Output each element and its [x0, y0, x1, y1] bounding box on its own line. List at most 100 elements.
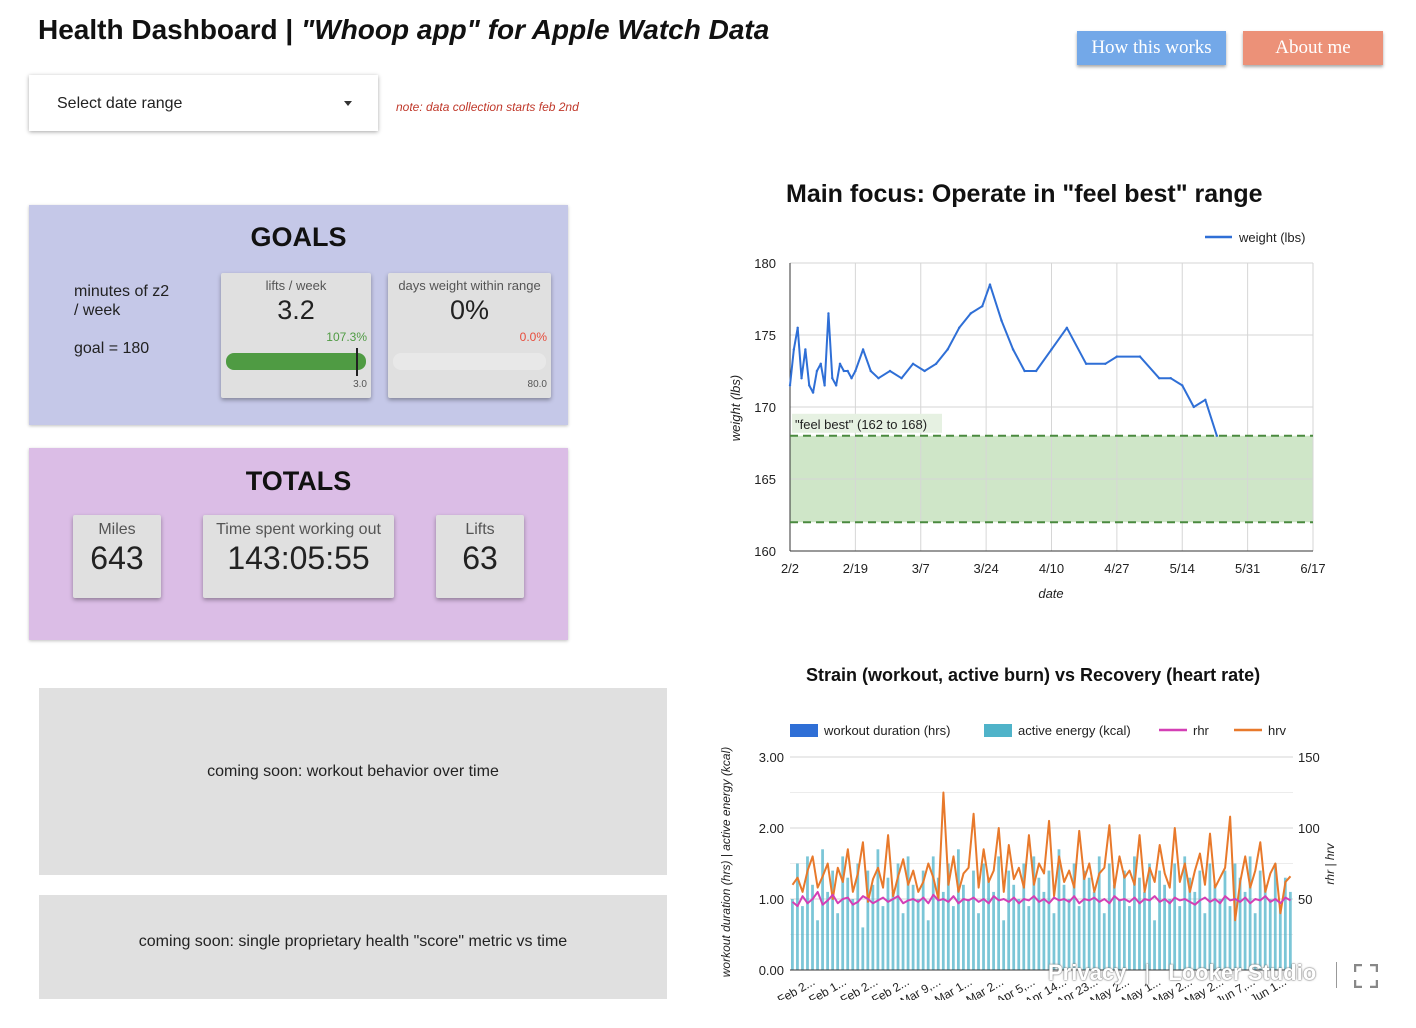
lifts-progress-fill: [226, 353, 366, 370]
coming-soon-score-panel: coming soon: single proprietary health "…: [39, 895, 667, 999]
weight-point: [796, 326, 799, 329]
y-tick-label: 175: [754, 328, 776, 343]
weight-point: [819, 362, 822, 365]
weight-point: [861, 348, 865, 351]
energy-bar: [801, 906, 804, 970]
weight-point: [1192, 405, 1195, 409]
weight-point: [1157, 377, 1161, 380]
footer-divider: [1336, 962, 1337, 988]
energy-bar: [1087, 877, 1091, 970]
energy-bar: [1243, 891, 1247, 970]
energy-bar: [1007, 870, 1011, 970]
energy-bar: [956, 849, 960, 970]
energy-bar: [1017, 899, 1021, 970]
weight-point: [888, 369, 892, 373]
z2-label-line2: / week: [74, 302, 121, 319]
energy-bar: [836, 913, 840, 970]
weight-point: [811, 391, 815, 394]
y-right-tick-label: 150: [1298, 750, 1320, 765]
weight-point: [1084, 362, 1088, 365]
privacy-link[interactable]: Privacy: [1048, 960, 1126, 985]
legend-label-energy: active energy (kcal): [1018, 723, 1131, 738]
dropdown-arrow-icon: [344, 101, 352, 106]
weight-point: [934, 362, 938, 365]
x-tick-label: 5/14: [1170, 561, 1195, 576]
weight-line: [789, 283, 1218, 437]
y-axis-title: weight (lbs): [728, 375, 743, 441]
lifts-per-week-percent: 107.3%: [326, 330, 367, 344]
energy-bar: [982, 863, 985, 970]
footer-bar: Privacy | Looker Studio: [1048, 960, 1316, 986]
x-tick-label: 2/2: [781, 561, 799, 576]
miles-scorecard: Miles 643: [73, 515, 161, 598]
y-right-tick-label: 100: [1298, 821, 1320, 836]
weight-point: [1034, 369, 1038, 373]
lifts-value: 63: [462, 540, 498, 576]
weight-point: [788, 384, 792, 387]
weight-point: [827, 312, 830, 315]
weight-point: [804, 348, 807, 351]
energy-bar: [901, 913, 905, 970]
x-tick-label: 4/27: [1104, 561, 1129, 576]
goals-title: GOALS: [250, 222, 347, 252]
energy-bar: [992, 891, 995, 970]
x-tick-label: 2/19: [843, 561, 868, 576]
weight-point: [850, 377, 853, 380]
x-axis-title: date: [1038, 586, 1063, 601]
time-working-out-label: Time spent working out: [216, 521, 381, 538]
weight-point: [981, 305, 984, 308]
energy-bar: [1082, 870, 1086, 970]
energy-bar: [1258, 870, 1262, 970]
energy-bar: [1208, 863, 1212, 970]
weight-point: [1169, 377, 1172, 380]
looker-studio-link[interactable]: Looker Studio: [1168, 960, 1316, 985]
energy-bar: [911, 884, 915, 970]
energy-bar: [1198, 870, 1202, 970]
x-tick-label: 3/24: [973, 561, 998, 576]
weight-point: [831, 377, 834, 380]
energy-bar: [1223, 870, 1227, 970]
weight-point: [900, 377, 903, 380]
strain-chart: workout duration (hrs) active energy (kca…: [719, 723, 1337, 1000]
y-tick-label: 170: [754, 400, 776, 415]
title-italic: "Whoop app" for Apple Watch Data: [301, 14, 770, 45]
lifts-per-week-scorecard: lifts / week 3.2 107.3% 3.0: [221, 273, 371, 398]
y-right-tick-label: 50: [1298, 892, 1312, 907]
energy-bar: [1107, 863, 1111, 970]
date-range-label: Select date range: [57, 95, 183, 112]
y-left-tick-label: 2.00: [759, 821, 784, 836]
energy-bar: [906, 856, 910, 970]
energy-bar: [1248, 856, 1252, 970]
legend-swatch-energy: [984, 724, 1012, 737]
energy-bar: [1288, 891, 1292, 970]
strain-chart-title: Strain (workout, active burn) vs Recover…: [806, 665, 1261, 685]
lifts-scorecard: Lifts 63: [436, 515, 524, 598]
y-tick-label: 160: [754, 544, 776, 559]
goals-panel: GOALS minutes of z2 / week goal = 180 li…: [29, 205, 568, 425]
energy-bar: [1213, 884, 1217, 970]
band-label: "feel best" (162 to 168): [795, 417, 927, 432]
fullscreen-icon[interactable]: [1354, 964, 1378, 988]
weight-point: [838, 362, 842, 365]
energy-bar: [1047, 870, 1051, 970]
energy-bar: [997, 856, 1001, 970]
energy-bar: [977, 913, 980, 970]
weight-point: [800, 377, 803, 380]
miles-label: Miles: [98, 521, 136, 538]
weight-point: [815, 369, 819, 373]
weight-point: [1181, 384, 1184, 387]
weight-point: [1065, 326, 1069, 329]
weight-point: [1000, 319, 1003, 322]
energy-bar: [871, 884, 875, 970]
data-collection-note: note: data collection starts feb 2nd: [396, 100, 579, 114]
weight-point: [958, 326, 961, 329]
legend-label-weight: weight (lbs): [1238, 230, 1305, 245]
weight-in-range-value: 0%: [449, 295, 490, 325]
about-me-button[interactable]: About me: [1243, 31, 1383, 65]
how-this-works-button[interactable]: How this works: [1077, 31, 1226, 65]
weight-point: [1011, 348, 1015, 351]
date-range-select[interactable]: Select date range: [29, 75, 378, 131]
energy-bar: [926, 920, 930, 970]
lifts-target-marker: [356, 348, 358, 376]
x-tick-label: 4/10: [1039, 561, 1064, 576]
